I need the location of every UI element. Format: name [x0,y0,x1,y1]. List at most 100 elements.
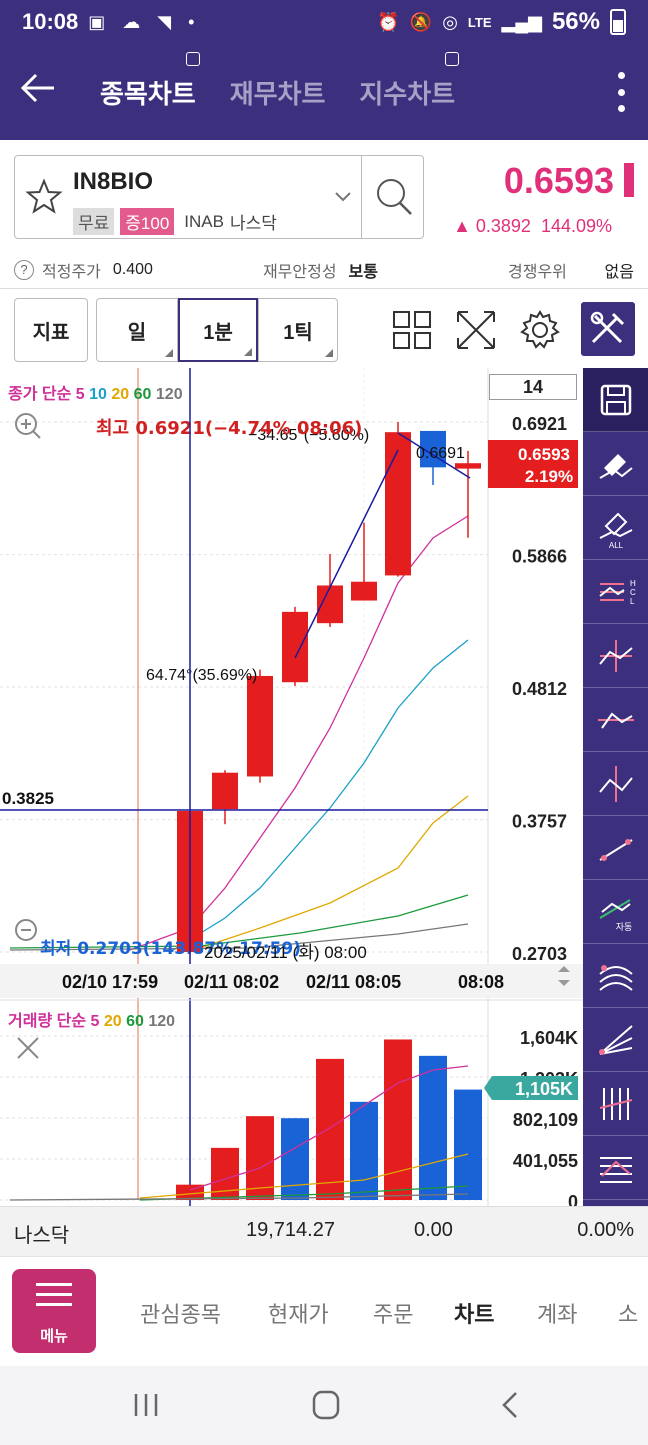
tab-badge-icon [445,51,460,66]
moving-average-line [199,795,469,949]
tab-stock-chart[interactable]: 종목차트 [100,51,200,111]
bottom-nav: 메뉴 관심종목 현재가 주문 차트 계좌 소 [0,1256,648,1366]
vertical-grid-button[interactable] [583,1072,648,1136]
search-button[interactable] [361,156,425,238]
nav-current-price[interactable]: 현재가 [268,1297,329,1329]
tab-index-chart[interactable]: 지수차트 [359,51,460,111]
fair-value-row: ? 적정주가 0.400 재무안정성 보통 경쟁우위 없음 [14,258,634,282]
back-arrow-icon[interactable] [18,68,58,108]
nav-account[interactable]: 계좌 [537,1297,577,1329]
hotspot-icon: ◎ [442,11,458,32]
price-bar-icon [624,163,634,197]
vertical-line-icon [598,765,633,802]
free-tag: 무료 [73,208,115,235]
y-axis-label: 0.4812 [512,679,567,699]
period-minute-button[interactable]: 1분 [178,298,258,362]
fibonacci-arc-icon [598,964,633,991]
angle-annotation: 64.74°(35.69%) [146,667,257,684]
drawing-tools-button[interactable] [581,302,635,356]
tab-financial-chart[interactable]: 재무차트 [230,74,326,111]
nav-chart[interactable]: 차트 [454,1297,494,1329]
trendline-button[interactable] [583,816,648,880]
nav-more[interactable]: 소 [618,1297,638,1329]
candle-body [247,675,273,777]
more-menu-icon[interactable] [618,72,626,112]
volume-bar [454,1089,482,1200]
index-name: 나스닥 [14,1225,70,1247]
crosshair-icon [598,639,633,672]
recent-apps-icon[interactable] [130,1390,162,1420]
horizontal-line-button[interactable] [583,688,648,752]
fin-stability-value: 보통 [348,264,378,281]
period-tick-button[interactable]: 1틱 [258,298,338,362]
svg-text:ALL: ALL [608,541,623,550]
index-change: 0.00 [414,1219,453,1241]
help-icon[interactable]: ? [14,260,34,280]
crosshair-date: 2025/02/11 (화) 08:00 [204,943,367,962]
cross-line-button[interactable] [583,624,648,688]
hcl-line-button[interactable]: HCL [583,560,648,624]
app-header: 10:08 ▣ ☁ ◥ • ⏰ 🔕 ◎ LTE ▂▄▆ 56% 종목차트 재무차… [0,0,648,140]
save-drawing-button[interactable] [583,368,648,432]
period-count-box[interactable]: 14 [489,374,577,400]
fan-line-button[interactable] [583,1008,648,1072]
network-type: LTE [467,14,492,30]
candle-body [385,432,411,576]
y-axis-label: 0.6921 [512,414,567,434]
horizontal-grid-icon [599,1156,632,1183]
competitive-value: 없음 [604,264,634,281]
price-annotation: 0.6691 [416,445,465,462]
fair-price-label: 적정주가 [42,264,101,281]
battery-percent: 56% [551,8,600,35]
menu-button[interactable]: 메뉴 [12,1269,96,1353]
star-icon[interactable] [25,178,63,216]
fair-price-value: 0.400 [112,261,153,278]
stock-selector[interactable]: IN8BIO 무료 증100 INAB 나스닥 [14,155,424,239]
vol-y-axis-label: 1,604K [520,1028,578,1048]
notification-icons: ▣ ☁ ◥ • [88,11,201,32]
hamburger-icon [36,1283,72,1313]
volume-tag-value: 1,105K [515,1079,573,1099]
period-day-button[interactable]: 일 [96,298,178,362]
alarm-icon: ⏰ [377,11,400,32]
eraser-icon [599,453,633,479]
index-pct: 0.00% [577,1219,634,1241]
price-chart[interactable]: 0.6921 0.5866 0.4812 0.3757 0.2703 64.74°(35.… [0,368,583,1206]
svg-text:자동: 자동 [615,922,632,933]
signal-icon: ▂▄▆ [501,11,542,32]
home-icon[interactable] [310,1390,342,1420]
indicator-button[interactable]: 지표 [14,298,88,362]
high-label: 최고 0.6921(−4.74% 08:06) [96,418,362,439]
candle-body [455,463,481,469]
nav-order[interactable]: 주문 [373,1297,413,1329]
fullscreen-icon[interactable] [454,308,498,352]
fibonacci-arc-button[interactable] [583,944,648,1008]
tab-badge-icon [185,51,200,66]
index-value: 19,714.27 [246,1219,335,1241]
x-axis-label: 02/11 08:02 [184,972,279,992]
volume-legend: 거래량 단순 5 20 60 120 [8,1013,176,1030]
chart-tabs: 종목차트 재무차트 지수차트 [100,44,460,140]
stock-name: IN8BIO [73,168,154,195]
settings-gear-icon[interactable] [518,308,562,352]
layout-grid-icon[interactable] [390,308,434,352]
index-bar[interactable]: 나스닥 19,714.27 0.00 0.00% [0,1206,648,1256]
erase-all-icon: ALL [599,512,632,550]
nav-watchlist[interactable]: 관심종목 [140,1297,221,1329]
battery-icon [610,9,626,35]
competitive-label: 경쟁우위 [508,264,567,281]
price-tag-pct: 2.19% [525,467,573,486]
vertical-line-button[interactable] [583,752,648,816]
vertical-grid-icon [599,1087,632,1120]
status-time: 10:08 [22,9,79,34]
crosshair-value: 0.3825 [2,789,54,808]
back-nav-icon[interactable] [494,1390,526,1420]
horizontal-grid-button[interactable] [583,1136,648,1200]
eraser-button[interactable] [583,432,648,496]
chart-canvas[interactable]: 0.6921 0.5866 0.4812 0.3757 0.2703 64.74°(35.… [0,368,583,1206]
price-change: ▲ 0.3892 144.09% [453,216,612,236]
chevron-down-icon[interactable] [333,186,353,206]
status-bar: 10:08 ▣ ☁ ◥ • ⏰ 🔕 ◎ LTE ▂▄▆ 56% [0,0,648,44]
auto-trend-button[interactable]: 자동 [583,880,648,944]
erase-all-button[interactable]: ALL [583,496,648,560]
